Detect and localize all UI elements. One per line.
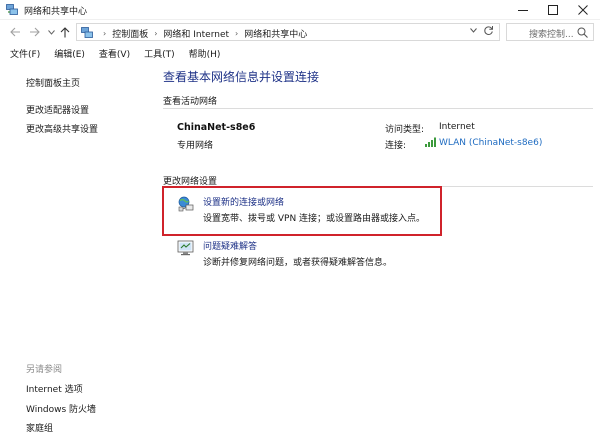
troubleshoot-link[interactable]: 问题疑难解答	[203, 239, 257, 252]
chevron-down-icon	[47, 29, 55, 35]
recent-locations-button[interactable]	[44, 25, 58, 39]
menu-edit[interactable]: 编辑(E)	[54, 46, 85, 64]
troubleshoot-description: 诊断并修复网络问题，或者获得疑难解答信息。	[203, 258, 393, 268]
section-divider	[163, 186, 593, 187]
window-title: 网络和共享中心	[24, 7, 88, 17]
wifi-signal-icon	[425, 137, 436, 147]
page-title: 查看基本网络信息并设置连接	[163, 70, 320, 84]
access-type-value: Internet	[439, 122, 475, 132]
forward-button[interactable]	[27, 25, 41, 39]
breadcrumb-separator-icon: ›	[154, 29, 158, 38]
minimize-icon	[518, 10, 528, 11]
search-box[interactable]: 搜索控制...	[506, 23, 594, 41]
address-dropdown-chevron-icon[interactable]	[470, 27, 477, 35]
setup-connection-link[interactable]: 设置新的连接或网络	[203, 195, 284, 208]
address-bar[interactable]: › 控制面板 › 网络和 Internet › 网络和共享中心	[76, 23, 500, 41]
menu-file[interactable]: 文件(F)	[10, 46, 40, 64]
breadcrumb-control-panel[interactable]: 控制面板	[112, 27, 148, 40]
troubleshoot-icon	[177, 240, 194, 256]
menu-view[interactable]: 查看(V)	[99, 46, 130, 64]
network-name: ChinaNet-s8e6	[177, 122, 256, 133]
sidebar-link-control-panel-home[interactable]: 控制面板主页	[26, 76, 80, 89]
menu-help[interactable]: 帮助(H)	[189, 46, 221, 64]
title-bar: 网络和共享中心	[0, 0, 600, 20]
arrow-left-icon	[9, 27, 20, 37]
address-row: › 控制面板 › 网络和 Internet › 网络和共享中心 搜索控制...	[0, 21, 600, 43]
wlan-connection-link[interactable]: WLAN (ChinaNet-s8e6)	[439, 138, 542, 148]
search-icon	[577, 27, 588, 38]
menu-tools[interactable]: 工具(T)	[144, 46, 175, 64]
connection-label: 连接:	[385, 141, 407, 151]
breadcrumb-network-sharing-center[interactable]: 网络和共享中心	[244, 27, 307, 40]
refresh-button[interactable]	[483, 25, 494, 39]
breadcrumb-network-internet[interactable]: 网络和 Internet	[163, 27, 229, 40]
search-placeholder: 搜索控制...	[529, 30, 574, 40]
main-content: 查看基本网络信息并设置连接 查看活动网络 ChinaNet-s8e6 专用网络 …	[155, 64, 600, 447]
active-networks-heading: 查看活动网络	[163, 97, 218, 107]
arrow-right-icon	[29, 27, 40, 37]
network-type[interactable]: 专用网络	[177, 138, 213, 151]
menu-bar: 文件(F) 编辑(E) 查看(V) 工具(T) 帮助(H)	[0, 46, 600, 64]
refresh-icon	[484, 26, 493, 35]
network-center-icon	[6, 4, 18, 15]
sidebar-link-adapter-settings[interactable]: 更改适配器设置	[26, 103, 89, 116]
up-button[interactable]	[58, 25, 72, 39]
close-icon	[578, 5, 588, 15]
minimize-button[interactable]	[508, 0, 538, 20]
network-setup-icon	[178, 196, 194, 212]
close-button[interactable]	[568, 0, 598, 20]
control-panel-icon	[81, 27, 93, 38]
sidebar-link-advanced-sharing[interactable]: 更改高级共享设置	[26, 122, 98, 135]
section-divider	[163, 108, 593, 109]
setup-connection-description: 设置宽带、拨号或 VPN 连接；或设置路由器或接入点。	[203, 214, 426, 224]
maximize-button[interactable]	[538, 0, 568, 20]
access-type-label: 访问类型:	[385, 125, 425, 135]
sidebar-link-internet-options[interactable]: Internet 选项	[26, 382, 83, 395]
back-button[interactable]	[8, 25, 22, 39]
maximize-icon	[548, 5, 558, 15]
sidebar-link-homegroup[interactable]: 家庭组	[26, 421, 53, 434]
sidebar: 控制面板主页 更改适配器设置 更改高级共享设置 另请参阅 Internet 选项…	[0, 64, 155, 447]
breadcrumb-separator-icon: ›	[235, 29, 239, 38]
see-also-heading: 另请参阅	[26, 365, 63, 375]
arrow-up-icon	[60, 26, 70, 37]
breadcrumb: › 控制面板 › 网络和 Internet › 网络和共享中心	[97, 27, 307, 40]
breadcrumb-separator-icon: ›	[103, 29, 107, 38]
sidebar-link-windows-firewall[interactable]: Windows 防火墙	[26, 402, 96, 415]
